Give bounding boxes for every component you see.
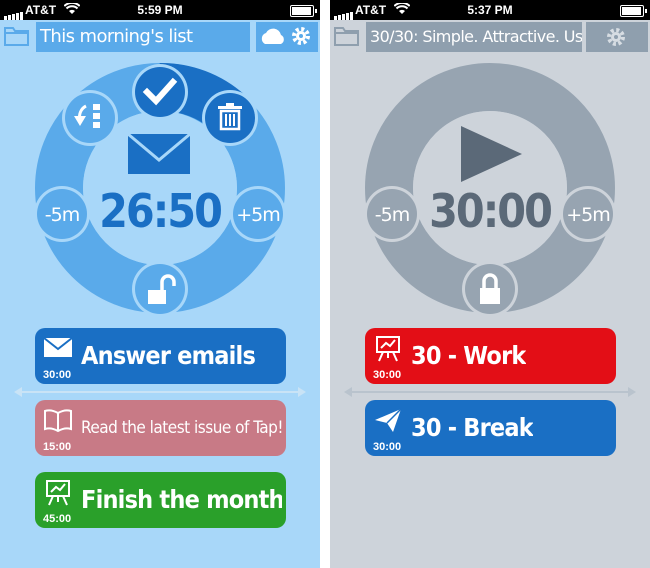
status-bar: AT&T 5:59 PM — [0, 0, 320, 20]
list-title[interactable]: 30/30: Simple. Attractive. Useful. — [366, 22, 582, 52]
status-bar: AT&T 5:37 PM — [330, 0, 650, 20]
paper-plane-icon — [375, 408, 402, 432]
folder-icon — [4, 27, 29, 46]
minus-5m-label: -5m — [44, 204, 80, 226]
task-duration: 45:00 — [43, 513, 72, 525]
folder-button[interactable] — [332, 22, 362, 50]
plus-5m-label: +5m — [566, 204, 611, 226]
complete-task-button[interactable] — [132, 64, 188, 120]
task-duration: 30:00 — [373, 441, 402, 453]
phone-screen-right: AT&T 5:37 PM 30/30: Simple. Attractive. … — [330, 0, 650, 568]
presentation-icon — [46, 480, 70, 506]
envelope-icon — [127, 132, 191, 174]
list-header: 30/30: Simple. Attractive. Useful. — [330, 20, 650, 54]
task-item-finish-budget[interactable]: Finish the monthly budget 45:00 — [35, 472, 286, 528]
task-item-break[interactable]: 30 - Break 30:00 — [365, 400, 616, 456]
battery-icon — [290, 5, 317, 17]
task-item-answer-emails[interactable]: Answer emails 30:00 — [35, 328, 286, 384]
lock-button[interactable] — [462, 261, 518, 317]
gear-icon[interactable] — [607, 28, 625, 46]
reorder-task-button[interactable] — [62, 90, 118, 146]
task-name: Answer emails — [81, 341, 256, 370]
status-time: 5:59 PM — [137, 3, 183, 17]
book-icon — [44, 409, 72, 433]
battery-icon — [620, 5, 647, 17]
task-duration: 15:00 — [43, 441, 72, 453]
minus-5m-label: -5m — [374, 204, 410, 226]
task-duration: 30:00 — [373, 369, 402, 381]
task-name: 30 - Work — [411, 341, 526, 370]
timer-dial: 30:00 -5m +5m — [330, 54, 650, 319]
list-header: This morning's list — [0, 20, 320, 54]
unlock-button[interactable] — [132, 261, 188, 317]
task-name: 30 - Break — [411, 413, 533, 442]
task-name: Finish the monthly budget — [81, 485, 282, 514]
phone-screen-left: AT&T 5:59 PM This morning's list 26:50 -… — [0, 0, 320, 568]
folder-button[interactable] — [2, 22, 32, 50]
current-task-divider[interactable] — [344, 387, 636, 397]
current-task-divider[interactable] — [14, 387, 306, 397]
plus-5m-label: +5m — [236, 204, 281, 226]
list-title[interactable]: This morning's list — [36, 22, 250, 52]
presentation-icon — [376, 336, 400, 362]
task-name: Read the latest issue of Tap! Mag — [81, 418, 282, 438]
task-item-read-tap-mag[interactable]: Read the latest issue of Tap! Mag 15:00 — [35, 400, 286, 456]
timer-dial: 26:50 -5m +5m — [0, 54, 320, 319]
trash-icon — [218, 103, 242, 131]
folder-icon — [334, 27, 359, 46]
gear-icon[interactable] — [292, 27, 310, 45]
task-duration: 30:00 — [43, 369, 72, 381]
task-item-work[interactable]: 30 - Work 30:00 — [365, 328, 616, 384]
status-time: 5:37 PM — [467, 3, 513, 17]
header-actions — [586, 22, 648, 52]
cloud-icon[interactable] — [261, 28, 284, 44]
delete-task-button[interactable] — [202, 90, 258, 146]
header-actions — [256, 22, 318, 52]
envelope-icon — [43, 337, 73, 357]
